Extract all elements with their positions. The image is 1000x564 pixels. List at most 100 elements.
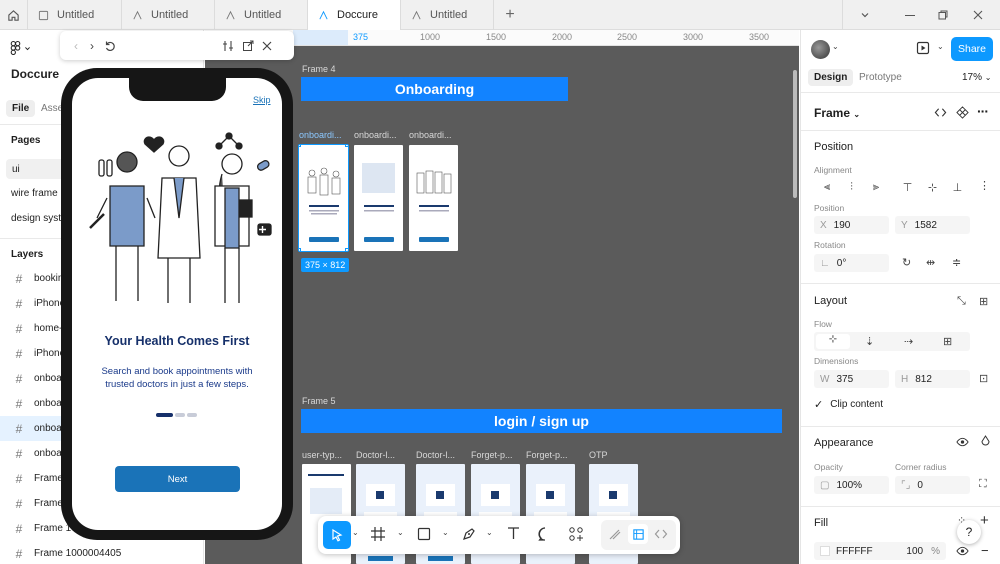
clip-content-checkbox[interactable]: ✓ Clip content <box>814 398 883 411</box>
left-tab-file[interactable]: File <box>6 100 36 117</box>
actions-button[interactable] <box>568 526 584 545</box>
frame-tool-button[interactable] <box>370 526 386 545</box>
selection-handle[interactable] <box>299 248 301 251</box>
back-icon[interactable]: ‹ <box>74 39 78 53</box>
move-tool-button[interactable] <box>323 521 351 549</box>
flow-vertical-icon[interactable]: ⇣ <box>865 335 874 348</box>
onboarding-frame-1[interactable] <box>298 144 349 252</box>
frame-type-dropdown[interactable]: Frame ⌄ <box>814 106 860 120</box>
chevron-down-icon[interactable]: ⌄ <box>352 528 359 537</box>
flip-vertical-icon[interactable]: ≑ <box>952 256 961 269</box>
auto-layout-icon[interactable]: ⊞ <box>979 295 988 308</box>
collapse-layout-icon[interactable]: ⤡ <box>957 295 966 308</box>
next-button[interactable]: Next <box>115 466 240 492</box>
close-window-button[interactable] <box>955 0 1000 30</box>
tab-overflow-button[interactable] <box>842 0 887 30</box>
page-item-wireframe[interactable]: wire frame <box>11 188 58 199</box>
independent-corners-icon[interactable]: ⛶ <box>979 478 987 491</box>
y-input[interactable]: Y 1582 <box>895 216 970 234</box>
dev-mode-button[interactable] <box>654 527 668 544</box>
open-external-icon[interactable] <box>242 40 254 52</box>
tab-prototype[interactable]: Prototype <box>859 72 902 83</box>
rotate-icon[interactable]: ↻ <box>902 256 911 269</box>
flow-horizontal-icon[interactable]: ⇢ <box>904 335 913 348</box>
avatar[interactable] <box>811 40 830 59</box>
fill-input[interactable]: FFFFFF 100 % <box>814 542 946 560</box>
draw-mode-button[interactable] <box>608 527 622 544</box>
component-icon[interactable] <box>956 106 969 119</box>
tab-untitled-2[interactable]: Untitled <box>122 0 215 30</box>
frame-label[interactable]: onboardi... <box>409 130 452 140</box>
align-bottom-icon[interactable]: ⊥ <box>953 181 963 194</box>
onboarding-banner[interactable]: Onboarding <box>301 77 568 101</box>
eye-icon[interactable] <box>956 545 969 557</box>
remove-fill-icon[interactable]: − <box>981 543 989 558</box>
settings-sliders-icon[interactable] <box>222 40 234 52</box>
chevron-down-icon[interactable]: ⌄ <box>486 528 493 537</box>
align-right-icon[interactable]: ⫸ <box>873 181 879 194</box>
present-button[interactable] <box>916 41 930 58</box>
onboarding-frame-3[interactable] <box>409 145 458 251</box>
selection-handle[interactable] <box>345 248 348 251</box>
page-item-design-system[interactable]: design syste <box>11 213 67 224</box>
tab-untitled-1[interactable]: Untitled <box>28 0 122 30</box>
close-icon[interactable] <box>262 41 272 51</box>
height-input[interactable]: H 812 <box>895 370 970 388</box>
fill-swatch[interactable] <box>820 546 830 556</box>
frame-label[interactable]: Doctor-l... <box>416 450 455 460</box>
align-center-h-icon[interactable]: ⫶ <box>850 181 853 194</box>
frame-label[interactable]: Forget-p... <box>471 450 513 460</box>
onboarding-frame-2[interactable] <box>354 145 403 251</box>
x-input[interactable]: X 190 <box>814 216 889 234</box>
chevron-down-icon[interactable]: ⌄ <box>937 42 944 51</box>
chevron-down-icon[interactable]: ⌄ <box>397 528 404 537</box>
zoom-level[interactable]: 17% ⌄ <box>962 72 992 83</box>
shape-tool-button[interactable] <box>417 527 431 544</box>
frame-label[interactable]: user-typ... <box>302 450 342 460</box>
eye-icon[interactable] <box>956 436 969 448</box>
constraints-icon[interactable]: ⊡ <box>979 372 988 385</box>
flow-grid-icon[interactable]: ⊞ <box>943 335 952 348</box>
selection-handle[interactable] <box>345 145 348 147</box>
left-tab-assets[interactable]: Asse <box>41 103 63 114</box>
frame-label[interactable]: onboardi... <box>299 130 342 140</box>
frame-label[interactable]: Forget-p... <box>526 450 568 460</box>
align-center-v-icon[interactable]: ⊹ <box>928 181 937 194</box>
pen-tool-button[interactable] <box>461 526 477 545</box>
align-left-icon[interactable]: ⫷ <box>824 181 830 194</box>
text-tool-button[interactable] <box>506 526 521 544</box>
frame-label[interactable]: Frame 5 <box>302 396 336 406</box>
selection-handle[interactable] <box>299 145 301 147</box>
main-menu-button[interactable] <box>10 40 34 56</box>
drop-icon[interactable] <box>980 435 991 448</box>
help-button[interactable]: ? <box>957 520 981 544</box>
frame-label[interactable]: OTP <box>589 450 608 460</box>
skip-link[interactable]: Skip <box>253 95 271 105</box>
flip-horizontal-icon[interactable]: ⇹ <box>926 256 935 269</box>
frame-label[interactable]: Doctor-l... <box>356 450 395 460</box>
canvas-scrollbar[interactable] <box>793 70 797 198</box>
chevron-down-icon[interactable]: ⌄ <box>442 528 449 537</box>
frame-label[interactable]: Frame 4 <box>302 64 336 74</box>
new-tab-button[interactable]: + <box>498 0 522 30</box>
tab-untitled-4[interactable]: Untitled <box>401 0 494 30</box>
chevron-down-icon[interactable]: ⌄ <box>832 42 839 51</box>
home-button[interactable] <box>0 0 28 30</box>
share-button[interactable]: Share <box>951 37 993 61</box>
distribute-icon[interactable]: ⋮ <box>979 179 990 192</box>
restart-icon[interactable] <box>104 40 116 52</box>
rotation-input[interactable]: ∟ 0° <box>814 254 889 272</box>
layer-item[interactable]: # Frame 1000004405 <box>0 541 204 564</box>
comment-tool-button[interactable] <box>537 526 553 545</box>
design-mode-button[interactable] <box>628 524 648 544</box>
tab-untitled-3[interactable]: Untitled <box>215 0 308 30</box>
add-fill-icon[interactable]: + <box>980 512 989 529</box>
file-name[interactable]: Doccure <box>11 67 59 81</box>
opacity-input[interactable]: ▢ 100% <box>814 476 889 494</box>
tab-doccure[interactable]: Doccure <box>308 0 401 30</box>
width-input[interactable]: W 375 <box>814 370 889 388</box>
frame-label[interactable]: onboardi... <box>354 130 397 140</box>
flow-freeform-button[interactable]: ⊹ <box>816 334 850 349</box>
more-icon[interactable]: ··· <box>977 103 989 119</box>
forward-icon[interactable]: › <box>90 39 94 53</box>
